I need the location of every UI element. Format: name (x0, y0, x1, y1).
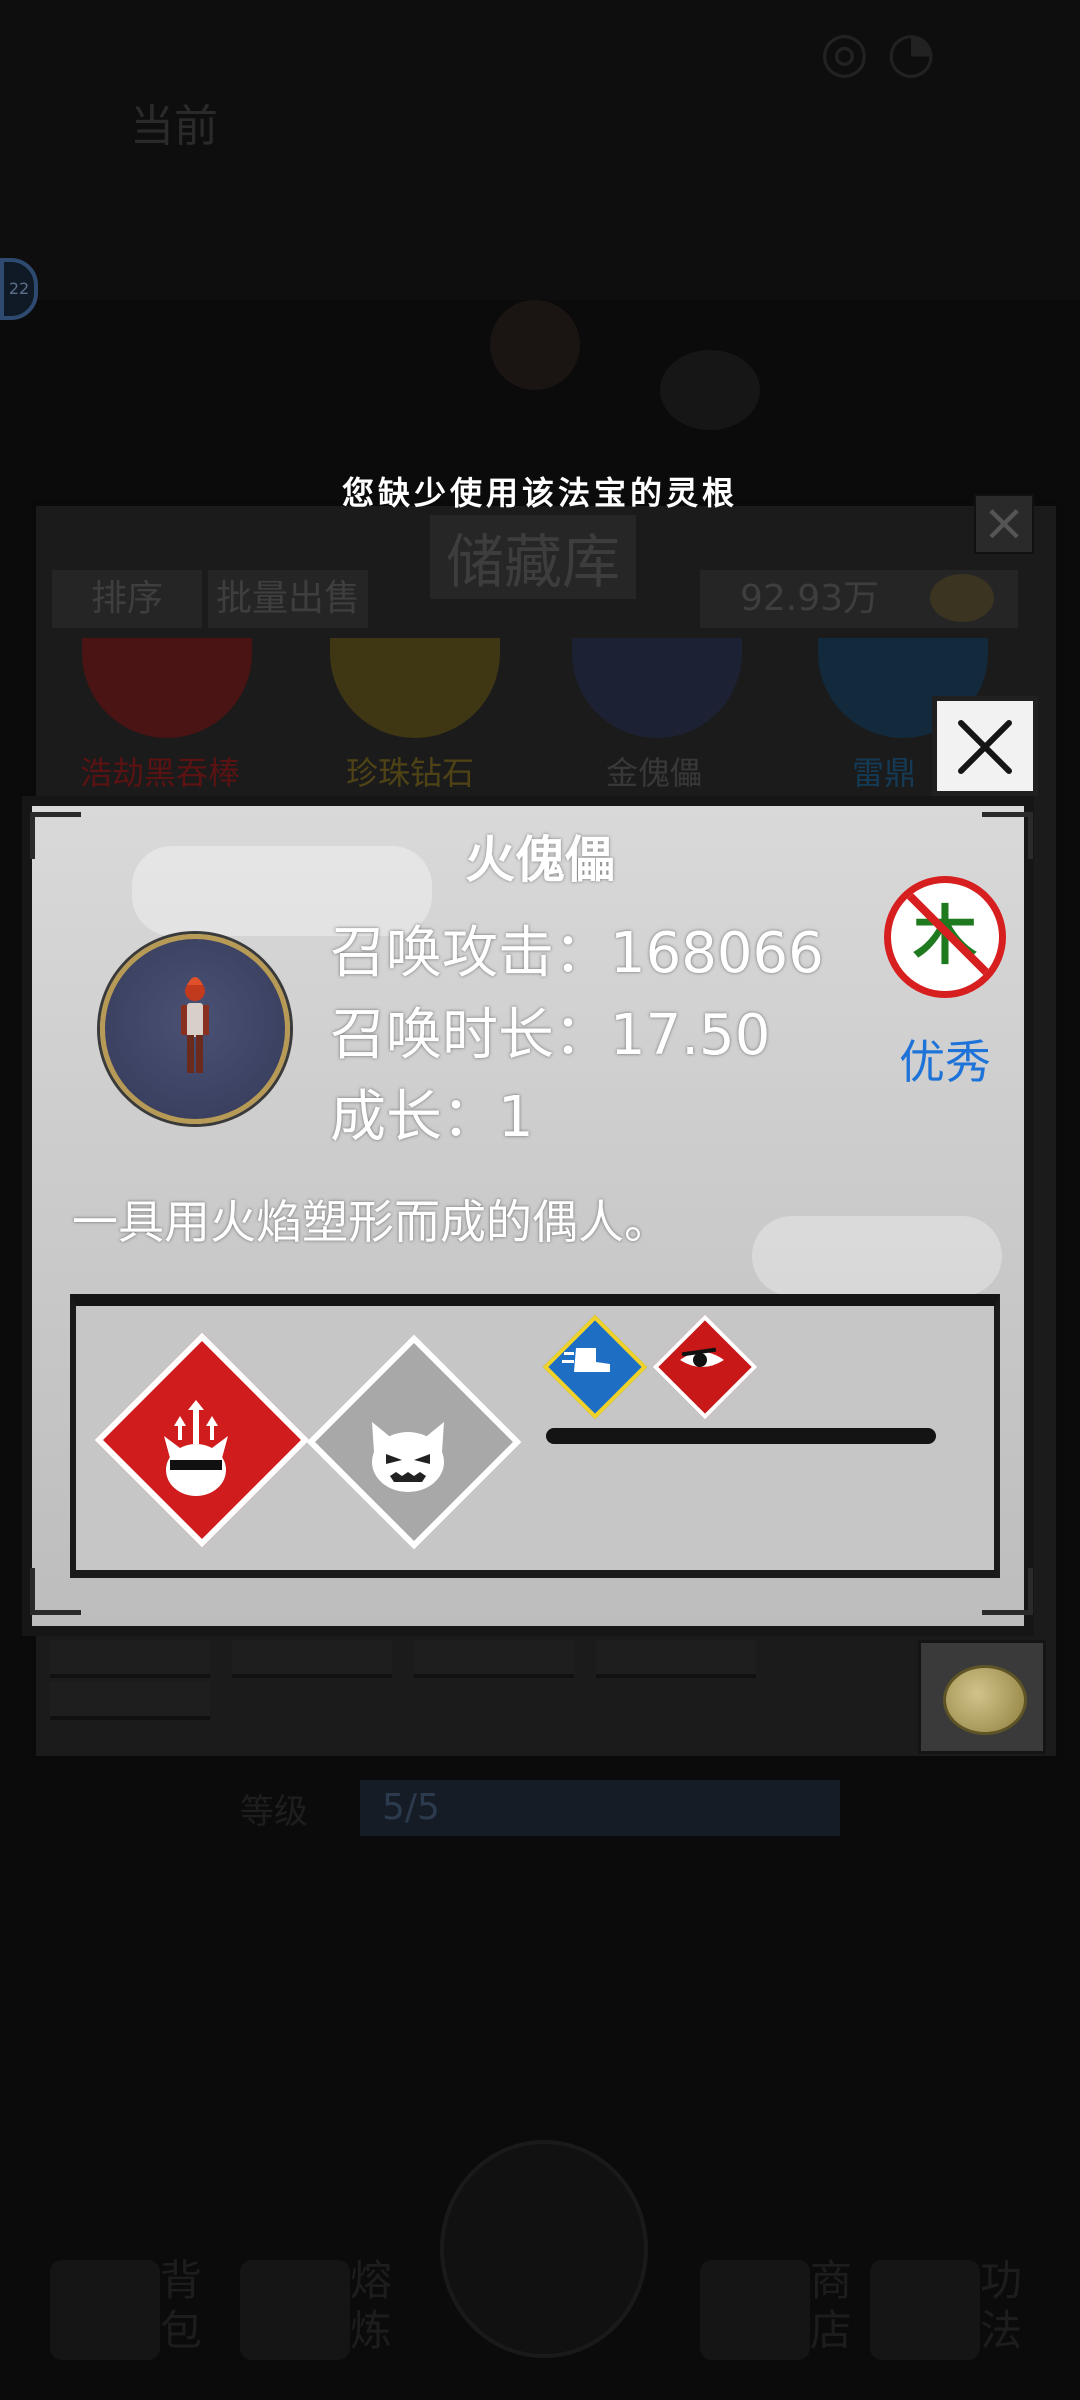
game-logo-icon: ◎ ◔ (820, 20, 936, 85)
nav-label: 熔炼 (350, 2256, 393, 2355)
storage-tab[interactable] (414, 1640, 574, 1678)
stat-summon-duration: 召唤时长：17.50 (330, 1003, 771, 1068)
nav-item-skills[interactable]: 功法 (860, 2250, 1080, 2370)
bag-icon (50, 2260, 160, 2360)
nav-label: 商店 (810, 2256, 853, 2355)
header-title: 当前 (130, 101, 218, 152)
sell-coin-button[interactable] (918, 1640, 1046, 1754)
nav-label: 功法 (980, 2256, 1023, 2355)
dialog-close-button[interactable] (932, 696, 1038, 796)
toast-message: 您缺少使用该法宝的灵根 (341, 474, 738, 512)
level-label: 等级 (240, 1792, 308, 1832)
furnace-icon (240, 2260, 350, 2360)
stat-growth: 成长：1 (330, 1085, 534, 1150)
level-bar: 5/5 (360, 1780, 840, 1836)
slot-label: 雷鼎 (852, 754, 917, 792)
nav-item-bag[interactable]: 背包 (40, 2250, 260, 2370)
item-description: 一具用火焰塑形而成的偶人。 (72, 1195, 670, 1249)
slot-label: 金傀儡 (606, 754, 703, 792)
slot-label: 浩劫黑吞棒 (80, 754, 241, 792)
coin-icon (943, 1665, 1027, 1735)
storage-tab-row (50, 1640, 910, 1720)
nav-item-furnace[interactable]: 熔炼 (230, 2250, 450, 2370)
attack-up-cat-icon (164, 1400, 228, 1496)
map-orb-icon (660, 350, 760, 430)
batch-sell-button[interactable]: 批量出售 (208, 570, 368, 628)
ink-divider (546, 1428, 936, 1444)
nav-center-button[interactable] (440, 2140, 648, 2358)
sort-button[interactable]: 排序 (52, 570, 202, 628)
storage-tab[interactable] (596, 1640, 756, 1678)
ink-scroll-decoration (752, 1216, 1002, 1296)
coin-icon (930, 574, 994, 622)
stat-summon-attack: 召唤攻击：168066 (330, 921, 824, 986)
nav-label: 背包 (160, 2256, 203, 2355)
summon-cat-icon (372, 1422, 444, 1492)
fire-puppet-icon (181, 977, 209, 1073)
shop-icon (700, 2260, 810, 2360)
map-orb-icon (490, 300, 580, 390)
storage-title: 储藏库 (430, 515, 637, 599)
storage-tab[interactable] (50, 1640, 210, 1678)
close-icon (958, 720, 1012, 774)
speed-boot-icon (562, 1348, 610, 1372)
evil-eye-icon (680, 1347, 724, 1367)
quality-label: 优秀 (899, 1035, 991, 1089)
wood-element-forbidden-icon: 木 (884, 876, 1006, 998)
storage-tab[interactable] (50, 1682, 210, 1720)
slot-label: 珍珠钻石 (346, 754, 475, 792)
item-portrait (100, 934, 290, 1124)
scroll-icon (870, 2260, 980, 2360)
storage-tab[interactable] (232, 1640, 392, 1678)
